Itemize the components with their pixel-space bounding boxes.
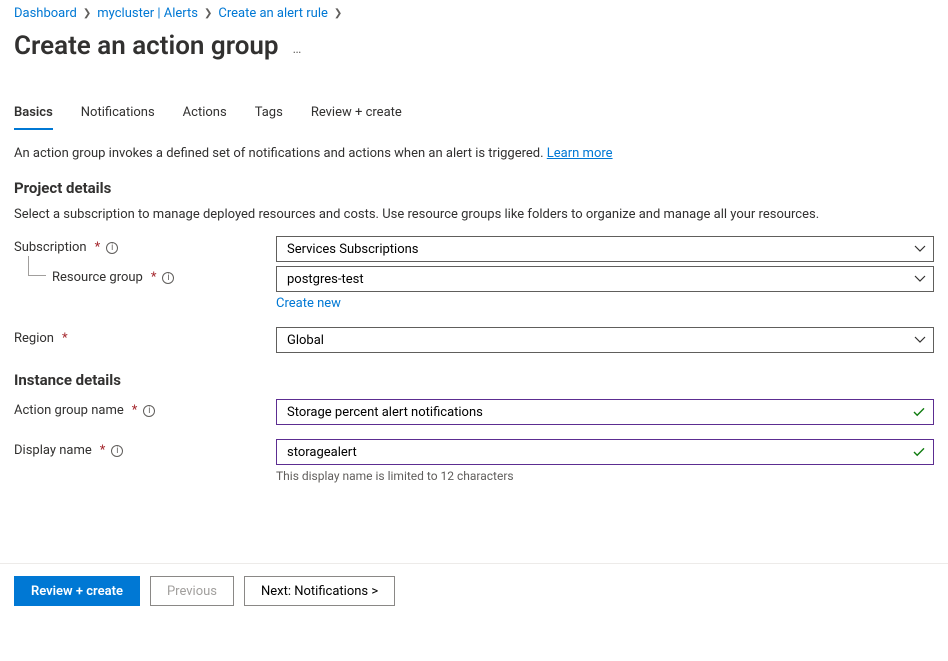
tabs: Basics Notifications Actions Tags Review… — [14, 105, 934, 130]
indent-line — [28, 256, 46, 276]
info-icon[interactable]: i — [162, 272, 174, 284]
subscription-select[interactable] — [276, 236, 934, 262]
required-icon: * — [132, 403, 138, 418]
more-actions-button[interactable]: … — [293, 42, 304, 57]
next-button[interactable]: Next: Notifications > — [244, 576, 395, 606]
chevron-right-icon: ❯ — [334, 8, 342, 19]
footer: Review + create Previous Next: Notificat… — [0, 563, 948, 618]
breadcrumb-dashboard[interactable]: Dashboard — [14, 6, 77, 21]
action-group-name-input[interactable] — [276, 399, 934, 425]
action-group-name-label: Action group name — [14, 403, 124, 418]
instance-details-heading: Instance details — [14, 371, 934, 389]
region-label: Region — [14, 331, 54, 346]
tab-actions[interactable]: Actions — [183, 105, 227, 130]
required-icon: * — [151, 270, 157, 285]
learn-more-link[interactable]: Learn more — [547, 146, 613, 161]
breadcrumb-cluster-alerts[interactable]: mycluster | Alerts — [97, 6, 198, 21]
tab-basics[interactable]: Basics — [14, 105, 53, 130]
display-name-input[interactable] — [276, 439, 934, 465]
subscription-label: Subscription — [14, 240, 87, 255]
info-icon[interactable]: i — [143, 405, 155, 417]
resource-group-select[interactable] — [276, 266, 934, 292]
display-name-hint: This display name is limited to 12 chara… — [276, 469, 934, 483]
page-title: Create an action group — [14, 31, 279, 61]
info-icon[interactable]: i — [106, 242, 118, 254]
breadcrumb: Dashboard ❯ mycluster | Alerts ❯ Create … — [14, 2, 934, 27]
required-icon: * — [95, 240, 101, 255]
review-create-button[interactable]: Review + create — [14, 576, 140, 606]
resource-group-label: Resource group — [52, 270, 143, 285]
check-icon — [912, 405, 926, 419]
chevron-right-icon: ❯ — [204, 8, 212, 19]
tab-review-create[interactable]: Review + create — [311, 105, 402, 130]
previous-button[interactable]: Previous — [150, 576, 234, 606]
info-icon[interactable]: i — [111, 445, 123, 457]
tab-tags[interactable]: Tags — [255, 105, 283, 130]
tab-notifications[interactable]: Notifications — [81, 105, 155, 130]
description: An action group invokes a defined set of… — [14, 146, 934, 161]
required-icon: * — [100, 443, 106, 458]
region-select[interactable] — [276, 327, 934, 353]
project-details-heading: Project details — [14, 179, 934, 197]
display-name-label: Display name — [14, 443, 92, 458]
breadcrumb-create-alert-rule[interactable]: Create an alert rule — [218, 6, 328, 21]
check-icon — [912, 445, 926, 459]
project-details-sub: Select a subscription to manage deployed… — [14, 207, 934, 222]
chevron-right-icon: ❯ — [83, 8, 91, 19]
required-icon: * — [62, 331, 68, 346]
create-new-link[interactable]: Create new — [276, 296, 341, 311]
